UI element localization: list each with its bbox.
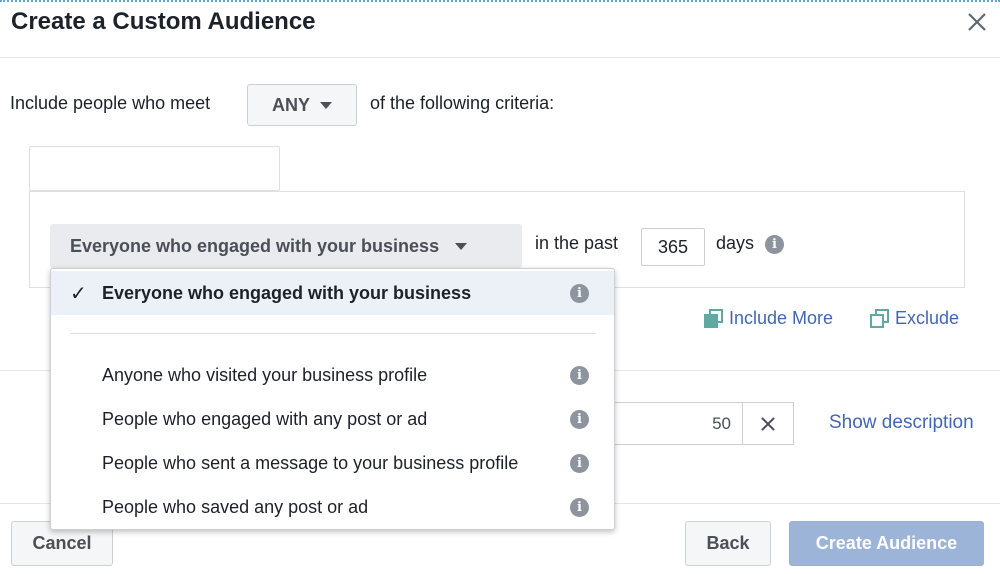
match-type-dropdown[interactable]: ANY <box>247 84 357 126</box>
menu-item-label: People who engaged with any post or ad <box>102 408 428 429</box>
back-button[interactable]: Back <box>685 521 771 566</box>
menu-item-everyone-engaged[interactable]: ✓ Everyone who engaged with your busines… <box>51 271 614 315</box>
rule-name-field[interactable] <box>29 146 280 191</box>
checkmark-icon: ✓ <box>70 282 87 305</box>
exclude-label: Exclude <box>895 308 960 328</box>
menu-item-visited-profile[interactable]: Anyone who visited your business profile… <box>51 353 614 397</box>
close-icon <box>968 13 986 31</box>
char-count: 50 <box>612 402 743 445</box>
engagement-source-menu: ✓ Everyone who engaged with your busines… <box>50 268 615 530</box>
clear-button[interactable] <box>742 402 794 445</box>
retention-days-input[interactable] <box>641 228 705 266</box>
info-icon[interactable]: i <box>570 453 589 473</box>
exclude-icon <box>870 308 890 329</box>
close-icon <box>761 416 775 431</box>
info-icon[interactable]: i <box>570 409 589 429</box>
info-icon[interactable]: i <box>570 283 589 303</box>
create-audience-button[interactable]: Create Audience <box>789 521 984 566</box>
criteria-suffix: of the following criteria: <box>370 93 555 113</box>
menu-item-label: Everyone who engaged with your business <box>102 282 472 303</box>
menu-item-engaged-post-ad[interactable]: People who engaged with any post or ad i <box>51 397 614 441</box>
criteria-prefix: Include people who meet <box>10 93 211 113</box>
info-icon[interactable]: i <box>570 365 589 385</box>
in-the-past-label: in the past <box>535 233 619 253</box>
menu-divider <box>70 333 596 334</box>
caret-down-icon <box>455 242 468 250</box>
include-more-icon <box>704 308 724 329</box>
menu-item-label: Anyone who visited your business profile <box>102 364 428 385</box>
match-type-value: ANY <box>271 94 310 115</box>
engagement-source-value: Everyone who engaged with your business <box>70 235 440 256</box>
include-more-label: Include More <box>729 308 834 328</box>
info-icon[interactable]: i <box>570 497 589 517</box>
exclude-link[interactable]: Exclude <box>870 308 959 329</box>
include-more-link[interactable]: Include More <box>704 308 833 329</box>
caret-down-icon <box>320 101 332 109</box>
info-icon[interactable]: i <box>765 235 784 254</box>
menu-item-saved-post-ad[interactable]: People who saved any post or ad i <box>51 485 614 529</box>
menu-item-label: People who sent a message to your busine… <box>102 452 519 473</box>
days-label: days <box>716 233 755 253</box>
engagement-source-dropdown[interactable]: Everyone who engaged with your business <box>50 224 522 268</box>
show-description-link[interactable]: Show description <box>829 412 974 434</box>
menu-item-label: People who saved any post or ad <box>102 496 369 517</box>
dialog-header: Create a Custom Audience <box>0 0 1000 58</box>
close-button[interactable] <box>961 6 993 38</box>
dialog-title: Create a Custom Audience <box>11 8 316 35</box>
menu-item-sent-message[interactable]: People who sent a message to your busine… <box>51 441 614 485</box>
